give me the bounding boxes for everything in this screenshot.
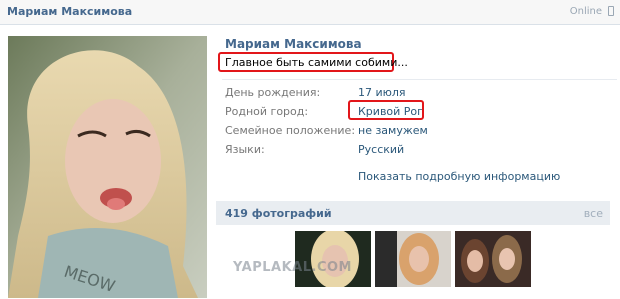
info-row-relationship: Семейное положение: не замужем — [222, 124, 617, 140]
profile-full-name: Мариам Максимова — [225, 37, 362, 51]
hometown-highlight — [348, 100, 424, 120]
photo-thumbnail[interactable] — [295, 231, 371, 287]
thumbnail-image — [295, 231, 371, 287]
photo-thumbnail[interactable] — [375, 231, 451, 287]
profile-info: Мариам Максимова Главное быть самими соб… — [216, 0, 620, 299]
profile-status[interactable]: Главное быть самими собими... — [225, 56, 408, 69]
birthday-value[interactable]: 17 июля — [358, 86, 406, 99]
thumbnail-image — [455, 231, 531, 287]
header-user-name[interactable]: Мариам Максимова — [7, 5, 132, 18]
birthday-label: День рождения: — [225, 86, 321, 99]
languages-value[interactable]: Русский — [358, 143, 404, 156]
photo-thumbnail[interactable] — [455, 231, 531, 287]
watermark: YAPLAKAL.COM — [233, 260, 352, 275]
photos-count[interactable]: 419 фотографий — [225, 207, 332, 220]
divider — [222, 79, 617, 80]
relationship-label: Семейное положение: — [225, 124, 356, 137]
languages-label: Языки: — [225, 143, 265, 156]
profile-photo[interactable]: MEOW — [8, 36, 207, 298]
thumbnail-image — [375, 231, 451, 287]
photos-header[interactable]: 419 фотографий все — [216, 201, 610, 225]
photos-all-link[interactable]: все — [584, 207, 603, 220]
show-more-info-link[interactable]: Показать подробную информацию — [358, 170, 560, 183]
hometown-label: Родной город: — [225, 105, 309, 118]
profile-photo-image: MEOW — [8, 36, 207, 298]
relationship-value[interactable]: не замужем — [358, 124, 428, 137]
info-row-languages: Языки: Русский — [222, 143, 617, 159]
